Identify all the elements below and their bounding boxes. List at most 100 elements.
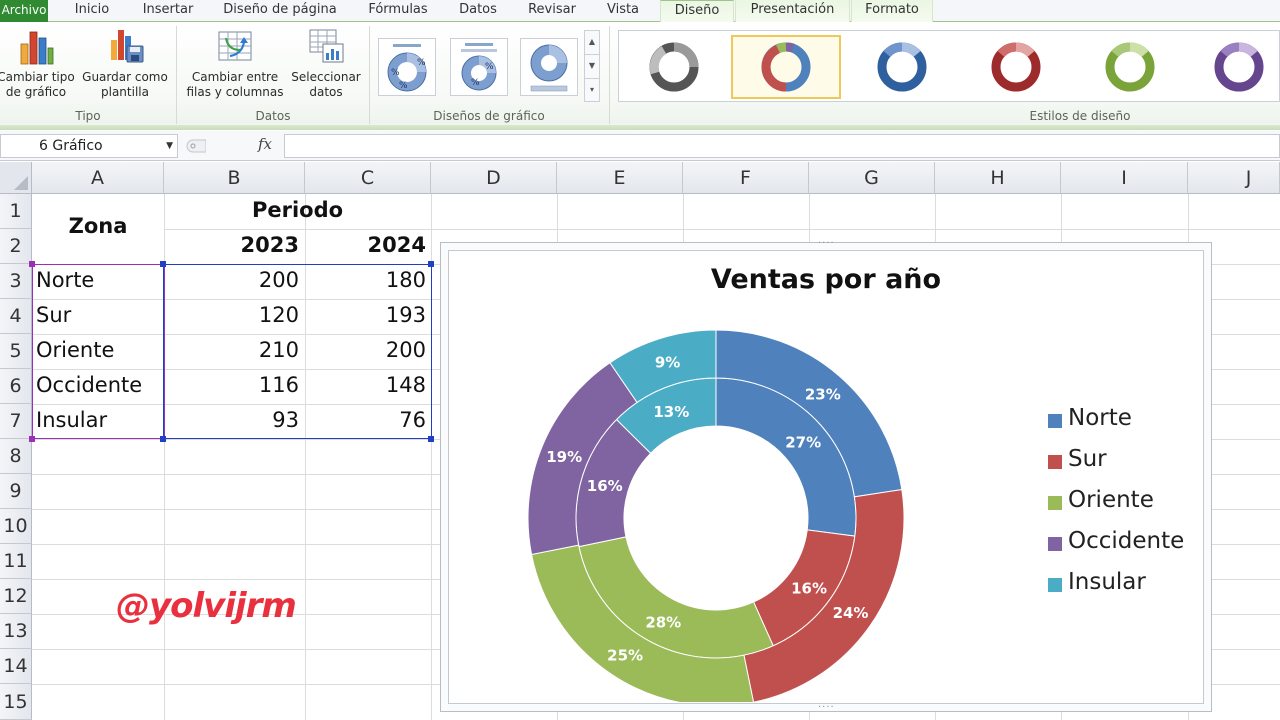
column-header-g[interactable]: G [809,162,935,194]
legend-label: Oriente [1068,487,1154,513]
row-header-14[interactable]: 14 [0,649,32,684]
row-header-3[interactable]: 3 [0,264,32,299]
column-header-i[interactable]: I [1061,162,1188,194]
column-header-h[interactable]: H [935,162,1061,194]
row-header-4[interactable]: 4 [0,299,32,334]
cell-periodo-header[interactable]: Periodo [164,198,431,222]
row-header-2[interactable]: 2 [0,229,32,264]
tab-archivo[interactable]: Archivo [0,0,48,22]
column-header-a[interactable]: A [32,162,164,194]
chart-style-red[interactable] [961,35,1071,99]
chart-styles-gallery [618,30,1280,102]
data-label[interactable]: 28% [645,613,681,631]
chart-layout-1[interactable]: % % % [378,38,436,96]
range-handle[interactable] [428,436,434,442]
row-header-8[interactable]: 8 [0,439,32,474]
layout-gallery-scroll[interactable]: ▲ ▼ ▾ [584,30,600,102]
row-header-6[interactable]: 6 [0,369,32,404]
data-label[interactable]: 9% [655,353,680,371]
cell-year-2024[interactable]: 2024 [305,233,426,257]
data-label[interactable]: 25% [607,647,643,665]
formula-bar-splitter-icon[interactable] [184,137,206,155]
data-label[interactable]: 23% [805,386,841,404]
row-header-7[interactable]: 7 [0,404,32,439]
row-header-5[interactable]: 5 [0,334,32,369]
doughnut-plot[interactable]: 27% 16% 28% 16% 13% 23% 24% 25% 19% 9% [448,302,1008,702]
tab-revisar[interactable]: Revisar [518,0,586,22]
column-header-e[interactable]: E [557,162,683,194]
tab-presentacion[interactable]: Presentación [735,0,850,22]
layout-donut-icon: % % % [387,44,427,92]
tab-diseno[interactable]: Diseño [660,0,734,23]
column-header-c[interactable]: C [305,162,431,194]
data-label[interactable]: 16% [791,579,827,597]
legend-swatch [1048,496,1062,510]
chart-style-purple[interactable] [1187,35,1280,99]
chevron-down-icon[interactable]: ▼ [166,135,173,157]
legend-swatch [1048,578,1062,592]
group-label-tipo: Tipo [75,109,101,123]
row-header-12[interactable]: 12 [0,579,32,614]
chart-layout-2[interactable]: % % [450,38,508,96]
chart-title[interactable]: Ventas por año [448,264,1204,295]
category-range-highlight [32,264,165,439]
row-header-1[interactable]: 1 [0,194,32,229]
select-all-button[interactable] [0,162,32,194]
range-handle[interactable] [160,261,166,267]
worksheet-grid: A B C D E F G H I J 1 2 3 4 5 6 7 8 9 10… [0,162,1280,720]
data-label[interactable]: 19% [546,448,582,466]
switch-rows-columns-icon [218,31,252,61]
row-header-11[interactable]: 11 [0,544,32,579]
range-handle[interactable] [160,436,166,442]
chart-style-gray[interactable] [619,35,729,99]
row-header-15[interactable]: 15 [0,684,32,720]
tab-formato[interactable]: Formato [851,0,933,22]
save-template-icon [111,30,144,63]
row-header-9[interactable]: 9 [0,474,32,509]
column-header-f[interactable]: F [683,162,809,194]
switch-row-column-button[interactable]: Cambiar entre filas y columnas [184,26,286,100]
chart-style-multicolor[interactable] [731,35,841,99]
gallery-scroll-down[interactable]: ▼ [585,55,599,79]
chart-layout-3[interactable] [520,38,578,96]
row-header-10[interactable]: 10 [0,509,32,544]
gallery-more[interactable]: ▾ [585,79,599,103]
data-label[interactable]: 16% [587,477,623,495]
range-handle[interactable] [428,261,434,267]
cell-year-2023[interactable]: 2023 [164,233,299,257]
data-label[interactable]: 27% [785,433,821,451]
chart-style-green[interactable] [1075,35,1185,99]
formula-bar: 6 Gráfico ▼ fx [0,131,1280,161]
tab-inicio[interactable]: Inicio [62,0,122,22]
chart-style-blue[interactable] [847,35,957,99]
formula-input[interactable] [284,134,1280,158]
tab-formulas[interactable]: Fórmulas [358,0,438,22]
cell-zona-header[interactable]: Zona [32,214,164,238]
column-header-j[interactable]: J [1188,162,1280,194]
legend-swatch [1048,537,1062,551]
range-handle[interactable] [29,261,35,267]
tab-diseno-pagina[interactable]: Diseño de página [214,0,346,22]
data-label[interactable]: 24% [833,604,869,622]
tab-datos[interactable]: Datos [450,0,506,22]
style-donut-blue-icon [877,42,927,92]
chart-resize-handle-bottom[interactable]: ···· [818,702,835,713]
chart-resize-handle-top[interactable]: ···· [818,238,835,249]
group-label-estilos: Estilos de diseño [1029,109,1131,123]
tab-vista[interactable]: Vista [597,0,649,22]
tab-insertar[interactable]: Insertar [133,0,203,22]
row-header-13[interactable]: 13 [0,614,32,649]
change-chart-type-button[interactable]: Cambiar tipo de gráfico [0,26,76,100]
insert-function-icon[interactable]: fx [258,135,272,153]
column-header-b[interactable]: B [164,162,305,194]
legend-label: Sur [1068,446,1107,472]
save-as-template-button[interactable]: Guardar como plantilla [80,26,170,100]
column-header-d[interactable]: D [431,162,557,194]
name-box[interactable]: 6 Gráfico ▼ [0,134,178,158]
data-label[interactable]: 13% [653,403,689,421]
style-donut-multicolor-icon [761,42,811,92]
select-data-button[interactable]: Seleccionar datos [286,26,366,100]
gallery-scroll-up[interactable]: ▲ [585,31,599,55]
range-handle[interactable] [29,436,35,442]
svg-text:%: % [391,68,400,78]
